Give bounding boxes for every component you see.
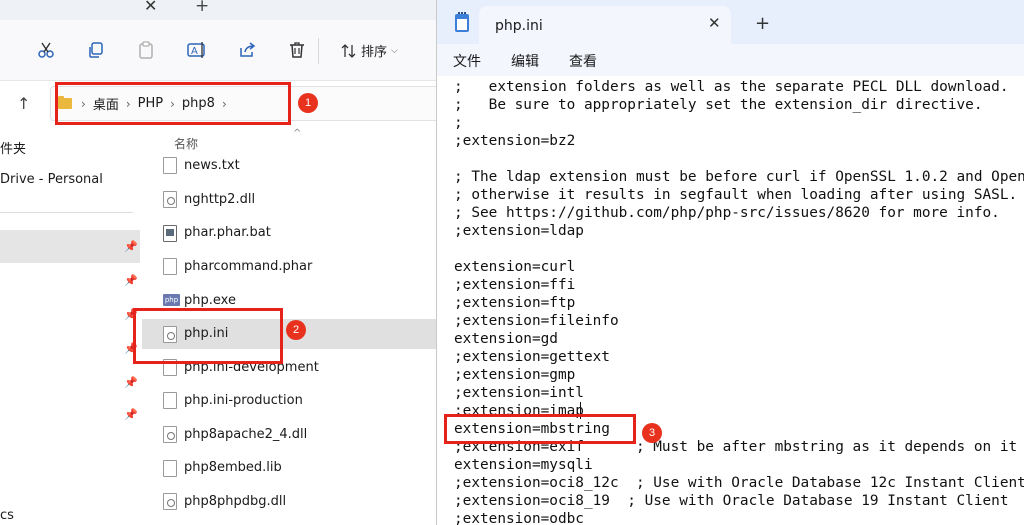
svg-text:A: A [191,46,198,57]
file-name: pharcommand.phar [184,259,313,274]
dll-file-icon [163,426,177,443]
nav-item-onedrive[interactable]: Drive - Personal [0,172,103,187]
nav-item-documents[interactable]: cs [0,508,14,523]
file-explorer-window: ✕ + A 排序 ⌵ ↑ › 桌面 › PHP › php8 › 件夹 Driv… [0,0,436,525]
toolbar-divider [318,38,319,64]
sort-label: 排序 [361,45,388,60]
text-file-icon [163,157,177,174]
file-name: php8apache2_4.dll [184,427,308,442]
file-icon [163,392,177,409]
code-line: ;extension=oci8_19 ; Use with Oracle Dat… [454,493,1009,509]
nav-item-folder[interactable]: 件夹 [0,138,26,157]
tab-title: php.ini [495,18,543,34]
share-icon[interactable] [237,40,257,60]
chevron-down-icon: ⌵ [391,45,398,56]
annotation-badge: 1 [298,93,318,113]
file-name: phar.phar.bat [184,225,271,240]
file-name: nghttp2.dll [184,192,256,207]
dll-file-icon [163,191,177,208]
explorer-toolbar: A 排序 ⌵ [0,20,436,81]
text-editor[interactable]: ; extension folders as well as the separ… [437,76,1024,525]
annotation-box-breadcrumb [55,82,291,125]
notepad-app-icon [455,12,469,32]
new-tab-icon[interactable]: + [755,13,770,34]
paste-icon[interactable] [136,40,156,60]
menu-edit[interactable]: 编辑 [511,51,539,71]
code-line: ;extension=ldap [454,223,584,239]
file-icon [163,460,177,477]
code-line: ;extension=oci8_12c ; Use with Oracle Da… [454,475,1024,491]
cut-icon[interactable] [36,40,56,60]
file-icon [163,258,177,275]
code-line: ; extension folders as well as the separ… [454,79,1009,95]
explorer-tab-bar: ✕ + [0,0,436,20]
nav-divider [0,212,133,213]
bat-file-icon [163,225,177,242]
delete-icon[interactable] [287,40,307,60]
code-line: ;extension=odbc [454,511,584,525]
close-tab-icon[interactable]: ✕ [144,0,157,15]
up-arrow-icon[interactable]: ↑ [17,94,30,113]
annotation-badge: 3 [642,423,662,443]
code-line: ;extension=gettext [454,349,610,365]
code-line: ; otherwise it results in segfault when … [454,187,1018,203]
column-header-name[interactable]: 名称 [174,135,198,152]
menu-bar: 文件 编辑 查看 [437,44,1024,76]
pin-icon: 📌 [124,240,138,253]
file-name: news.txt [184,158,240,173]
new-tab-icon[interactable]: + [195,0,209,16]
pin-icon: 📌 [124,376,138,389]
code-line: ;extension=gmp [454,367,576,383]
code-line: ;extension=intl [454,385,584,401]
code-line: ;extension=bz2 [454,133,576,149]
notepad-title-bar: php.ini ✕ + [437,0,1024,44]
sort-icon [341,43,356,58]
menu-view[interactable]: 查看 [569,51,597,71]
annotation-box-php-ini [133,308,283,364]
code-line: extension=curl [454,259,576,275]
navigation-pane: 件夹 Drive - Personal 📌 📌 📌 📌 📌 📌 cs [0,124,140,525]
rename-icon[interactable]: A [187,40,207,60]
sort-ascending-icon: ^ [293,128,302,139]
sort-button[interactable]: 排序 ⌵ [341,41,398,60]
code-line: ; [454,115,463,131]
file-name: php8embed.lib [184,460,282,475]
code-line: ;extension=ffi [454,277,576,293]
file-name: php.ini-production [184,393,303,408]
php-exe-icon: php [163,294,180,306]
file-name: php.exe [184,293,236,308]
code-line: ; See https://github.com/php/php-src/iss… [454,205,1000,221]
pin-icon: 📌 [124,408,138,421]
code-line: ;extension=ftp [454,295,576,311]
code-line: extension=gd [454,331,558,347]
close-tab-icon[interactable]: ✕ [708,14,721,32]
code-line: ; The ldap extension must be before curl… [454,169,1024,185]
annotation-box-mbstring [444,414,636,444]
notepad-window: php.ini ✕ + 文件 编辑 查看 ; extension folders… [436,0,1024,525]
pin-icon: 📌 [124,274,138,287]
dll-file-icon [163,493,177,510]
annotation-badge: 2 [286,320,306,340]
menu-file[interactable]: 文件 [453,51,481,71]
copy-icon[interactable] [86,40,106,60]
code-line: ; Be sure to appropriately set the exten… [454,97,983,113]
code-line: extension=mysqli [454,457,593,473]
nav-item-selected[interactable] [0,230,140,263]
code-line: ;extension=fileinfo [454,313,619,329]
file-name: php8phpdbg.dll [184,494,287,509]
